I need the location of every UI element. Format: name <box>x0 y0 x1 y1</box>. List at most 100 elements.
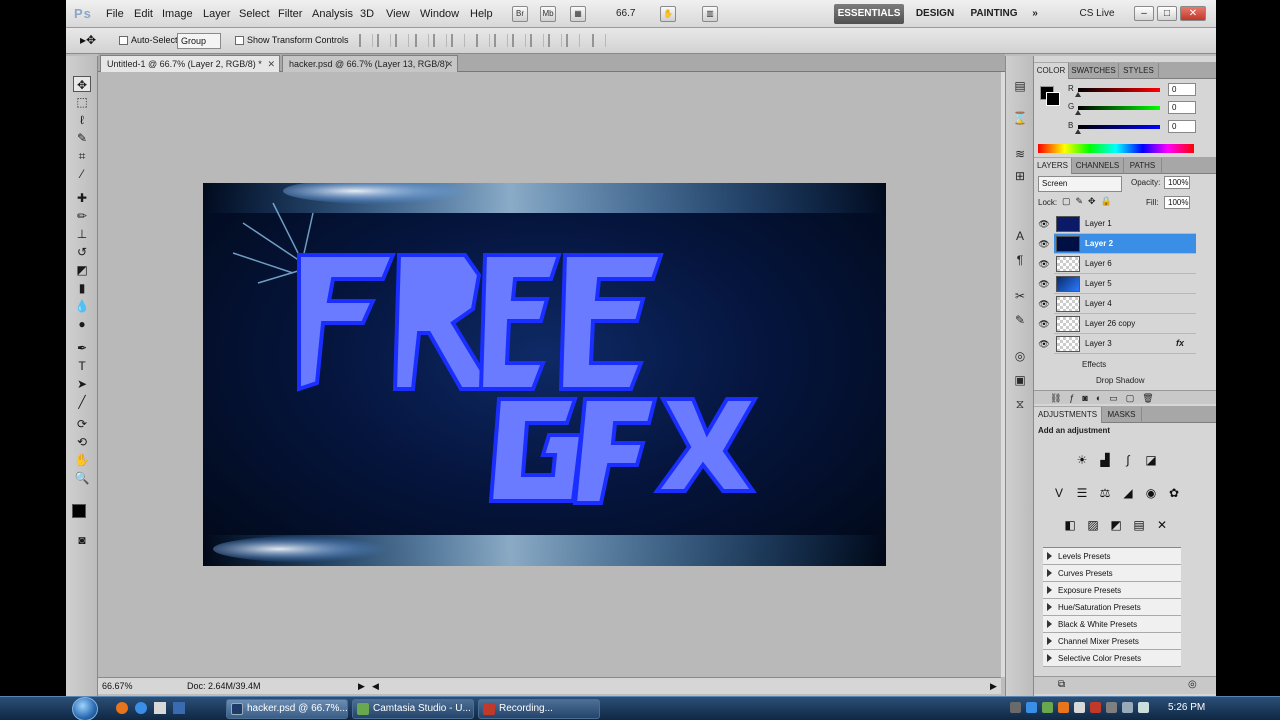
menu-view[interactable]: View <box>386 8 410 20</box>
3d-rotate-tool-icon[interactable]: ⟳ <box>73 416 91 432</box>
hand-tool-icon[interactable]: ✋ <box>73 452 91 468</box>
layer-row[interactable]: Layer 4 <box>1054 294 1196 314</box>
character-panel-icon[interactable]: A <box>1012 228 1028 244</box>
fill-value[interactable]: 100% <box>1164 196 1190 209</box>
align-hcenter-icon[interactable] <box>433 34 447 47</box>
adjustments-options-icon[interactable]: ◎ <box>1188 679 1197 690</box>
layers-bottom-toolbar[interactable]: ⛓ƒ◙◐▭▢🗑 <box>1034 390 1216 404</box>
layer-row[interactable]: Layer 5 <box>1054 274 1196 294</box>
expand-triangle-icon[interactable] <box>1047 586 1052 594</box>
auto-select-checkbox[interactable] <box>119 36 128 45</box>
blur-tool-icon[interactable]: 💧 <box>73 298 91 314</box>
visibility-eye-icon[interactable]: 👁 <box>1037 334 1051 354</box>
minibridge-panel-icon[interactable]: ▤ <box>1012 78 1028 94</box>
show-transform-checkbox[interactable] <box>235 36 244 45</box>
tray-icon[interactable] <box>1058 702 1069 713</box>
clock[interactable]: 5:26 PM <box>1168 702 1205 713</box>
cs-live-button[interactable]: CS Live <box>1066 4 1128 24</box>
ie-icon[interactable] <box>135 702 147 714</box>
paragraph-panel-icon[interactable]: ¶ <box>1012 252 1028 268</box>
zoom-level[interactable]: 66.7 <box>616 8 635 19</box>
eyedropper-tool-icon[interactable]: ⁄ <box>73 166 91 182</box>
menu-help[interactable]: Help <box>470 8 493 20</box>
align-top-icon[interactable] <box>359 34 373 47</box>
r-slider[interactable] <box>1078 88 1160 92</box>
visibility-eye-icon[interactable]: 👁 <box>1037 234 1051 254</box>
3d-orbit-tool-icon[interactable]: ⟲ <box>73 434 91 450</box>
3d-panel-icon[interactable]: ◎ <box>1012 348 1028 364</box>
history-panel-icon[interactable]: ⌛ <box>1012 110 1028 126</box>
expand-triangle-icon[interactable] <box>1047 569 1052 577</box>
clone-stamp-tool-icon[interactable]: ⊥ <box>73 226 91 242</box>
visibility-eye-icon[interactable]: 👁 <box>1037 294 1051 314</box>
tab-channels[interactable]: CHANNELS <box>1072 158 1124 174</box>
tab-paths[interactable]: PATHS <box>1124 158 1162 174</box>
expand-triangle-icon[interactable] <box>1047 552 1052 560</box>
layer-row-selected[interactable]: Layer 2 <box>1054 234 1196 254</box>
black-white-icon[interactable]: ◢ <box>1120 486 1136 500</box>
distribute-left-icon[interactable] <box>530 34 544 47</box>
gradient-map-icon[interactable]: ▤ <box>1131 518 1147 532</box>
hscroll-left-icon[interactable]: ◀ <box>372 681 379 692</box>
show-desktop-icon[interactable] <box>154 702 166 714</box>
network-icon[interactable] <box>1106 702 1117 713</box>
marquee-tool-icon[interactable]: ⬚ <box>73 94 91 110</box>
tray-icon[interactable] <box>1138 702 1149 713</box>
b-value[interactable]: 0 <box>1168 120 1196 133</box>
switch-windows-icon[interactable] <box>173 702 185 714</box>
auto-select-dropdown[interactable]: Group <box>177 33 221 49</box>
preset-row[interactable]: Black & White Presets <box>1043 616 1181 633</box>
color-spectrum-bar[interactable] <box>1038 144 1194 153</box>
lasso-tool-icon[interactable]: ℓ <box>73 112 91 128</box>
menu-edit[interactable]: Edit <box>134 8 153 20</box>
align-left-icon[interactable] <box>415 34 429 47</box>
brush-panel-icon[interactable]: ≋ <box>1012 146 1028 162</box>
b-slider[interactable] <box>1078 125 1160 129</box>
layer-effects-label[interactable]: Effects <box>1082 360 1106 369</box>
taskbar-photoshop[interactable]: hacker.psd @ 66.7%... <box>226 699 348 719</box>
b-slider-thumb[interactable] <box>1075 129 1081 134</box>
workspace-design[interactable]: DESIGN <box>912 4 958 24</box>
distribute-top-icon[interactable] <box>476 34 490 47</box>
canvas-area[interactable] <box>98 72 1001 677</box>
start-button[interactable] <box>72 697 98 720</box>
hue-saturation-icon[interactable]: ☰ <box>1074 486 1090 500</box>
clone-source-panel-icon[interactable]: ⊞ <box>1012 168 1028 184</box>
document-canvas[interactable] <box>203 183 886 566</box>
preset-row[interactable]: Exposure Presets <box>1043 582 1181 599</box>
clip-to-layer-icon[interactable]: ⧉ <box>1058 679 1065 690</box>
levels-icon[interactable]: ▟ <box>1097 453 1113 467</box>
notes-panel-icon[interactable]: ✎ <box>1012 312 1028 328</box>
workspace-painting[interactable]: PAINTING <box>966 4 1022 24</box>
tray-icon[interactable] <box>1042 702 1053 713</box>
curves-icon[interactable]: ∫ <box>1120 453 1136 467</box>
distribute-hcenter-icon[interactable] <box>548 34 562 47</box>
tab-adjustments[interactable]: ADJUSTMENTS <box>1034 407 1102 423</box>
color-bg-swatch[interactable] <box>1046 92 1060 106</box>
blend-mode-dropdown[interactable]: Screen <box>1038 176 1122 192</box>
layer-row[interactable]: Layer 6 <box>1054 254 1196 274</box>
tool-presets-panel-icon[interactable]: ✂ <box>1012 288 1028 304</box>
type-tool-icon[interactable]: T <box>73 358 91 374</box>
preset-row[interactable]: Channel Mixer Presets <box>1043 633 1181 650</box>
dodge-tool-icon[interactable]: ● <box>73 316 91 332</box>
g-value[interactable]: 0 <box>1168 101 1196 114</box>
menu-file[interactable]: File <box>106 8 124 20</box>
quick-select-tool-icon[interactable]: ✎ <box>73 130 91 146</box>
arrange-docs-icon[interactable]: ▥ <box>702 6 718 22</box>
foreground-color-swatch[interactable] <box>72 504 86 518</box>
zoom-tool-icon[interactable]: 🔍 <box>73 470 91 486</box>
grid-view-icon[interactable]: ▦ <box>570 6 586 22</box>
visibility-eye-icon[interactable]: 👁 <box>1037 254 1051 274</box>
visibility-eye-icon[interactable]: 👁 <box>1037 274 1051 294</box>
distribute-vcenter-icon[interactable] <box>494 34 508 47</box>
r-value[interactable]: 0 <box>1168 83 1196 96</box>
tab-swatches[interactable]: SWATCHES <box>1069 63 1119 79</box>
history-brush-tool-icon[interactable]: ↺ <box>73 244 91 260</box>
lock-icons[interactable]: ▢✎✥🔒 <box>1062 196 1117 207</box>
volume-icon[interactable] <box>1122 702 1133 713</box>
hscroll-right-icon[interactable]: ▶ <box>990 681 997 692</box>
tab-color[interactable]: COLOR <box>1034 63 1069 79</box>
photo-filter-icon[interactable]: ◉ <box>1143 486 1159 500</box>
r-slider-thumb[interactable] <box>1075 92 1081 97</box>
